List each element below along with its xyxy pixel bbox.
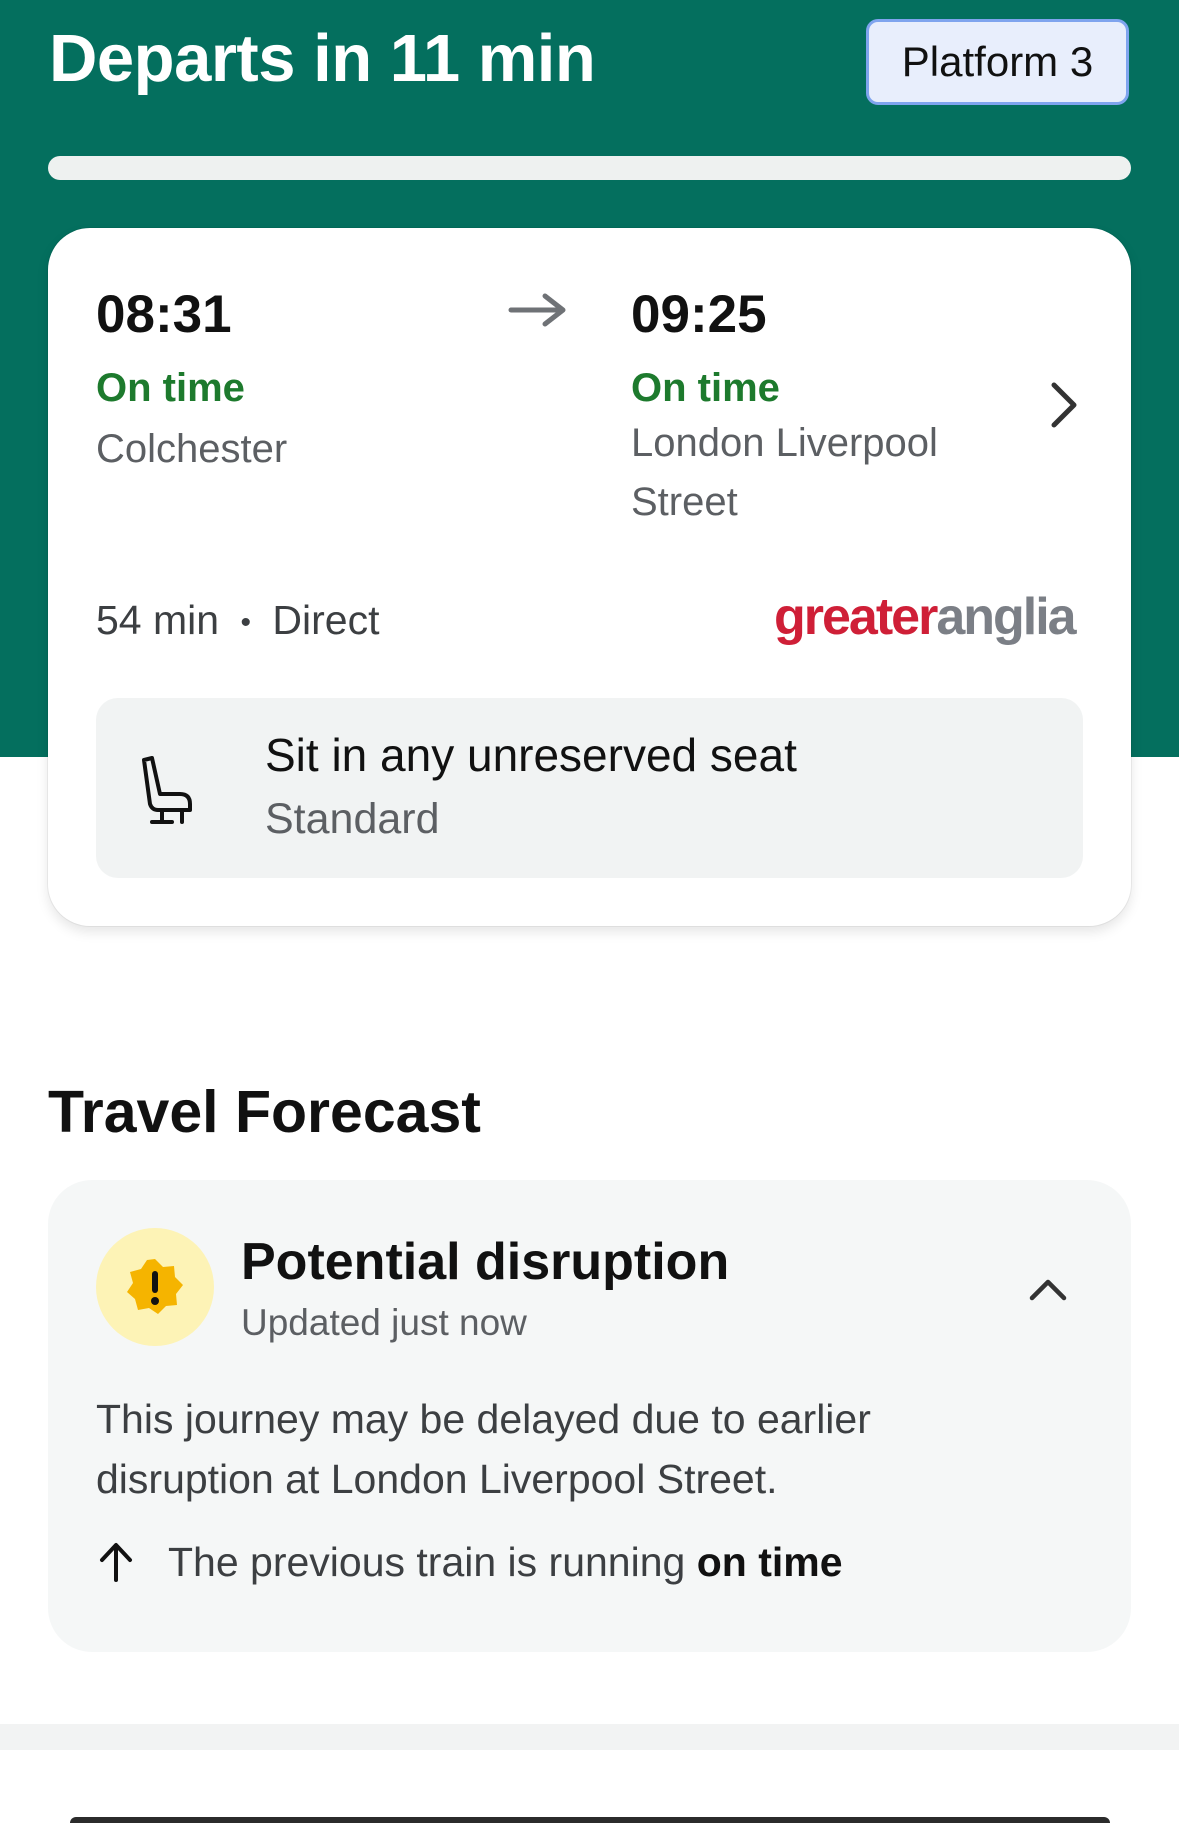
- warning-icon: [127, 1259, 183, 1314]
- operator-logo-part1: greater: [774, 588, 938, 646]
- forecast-updated: Updated just now: [241, 1302, 527, 1343]
- seat-class: Standard: [265, 795, 440, 843]
- journey-card[interactable]: 08:31 On time Colchester 09:25 On time L…: [48, 228, 1131, 926]
- operator-logo: greateranglia: [774, 587, 1077, 647]
- section-divider: [0, 1724, 1179, 1750]
- arrival-status: On time: [631, 366, 780, 410]
- next-section-edge: [70, 1817, 1110, 1823]
- chevron-right-icon[interactable]: [1048, 380, 1080, 430]
- section-title: Travel Forecast: [48, 1079, 481, 1145]
- previous-train-label: The previous train is running: [168, 1538, 686, 1585]
- chevron-up-icon[interactable]: [1028, 1274, 1068, 1304]
- departure-time: 08:31: [96, 285, 232, 344]
- arrow-up-icon: [100, 1543, 132, 1582]
- operator-logo-part2: anglia: [936, 588, 1076, 646]
- warning-badge: [96, 1228, 214, 1346]
- previous-train-row: The previous train is running on time: [96, 1532, 843, 1592]
- arrival-station: London Liverpool Street: [631, 421, 938, 524]
- platform-badge[interactable]: Platform 3: [866, 19, 1129, 105]
- seat-title: Sit in any unreserved seat: [265, 729, 797, 781]
- arrival-time: 09:25: [631, 285, 767, 344]
- departure-status: On time: [96, 366, 245, 410]
- journey-duration: 54 min: [96, 597, 220, 643]
- departure-progress-bar: [48, 156, 1131, 180]
- departure-countdown: Departs in 11 min: [49, 21, 596, 96]
- forecast-card[interactable]: Potential disruption Updated just now Th…: [48, 1180, 1131, 1652]
- progress-fill: [48, 156, 1131, 180]
- forecast-body: This journey may be delayed due to earli…: [96, 1396, 871, 1502]
- journey-type: Direct: [272, 597, 380, 643]
- forecast-title: Potential disruption: [241, 1233, 730, 1291]
- meta-separator: •: [240, 606, 251, 640]
- seat-info: Sit in any unreserved seat Standard: [96, 698, 1083, 878]
- departure-station: Colchester: [96, 427, 288, 471]
- arrow-right-icon: [508, 293, 566, 327]
- journey-meta: 54 min • Direct: [96, 597, 379, 644]
- previous-train-text: The previous train is running on time: [168, 1539, 843, 1586]
- previous-train-status: on time: [696, 1538, 843, 1585]
- seat-icon: [142, 756, 192, 824]
